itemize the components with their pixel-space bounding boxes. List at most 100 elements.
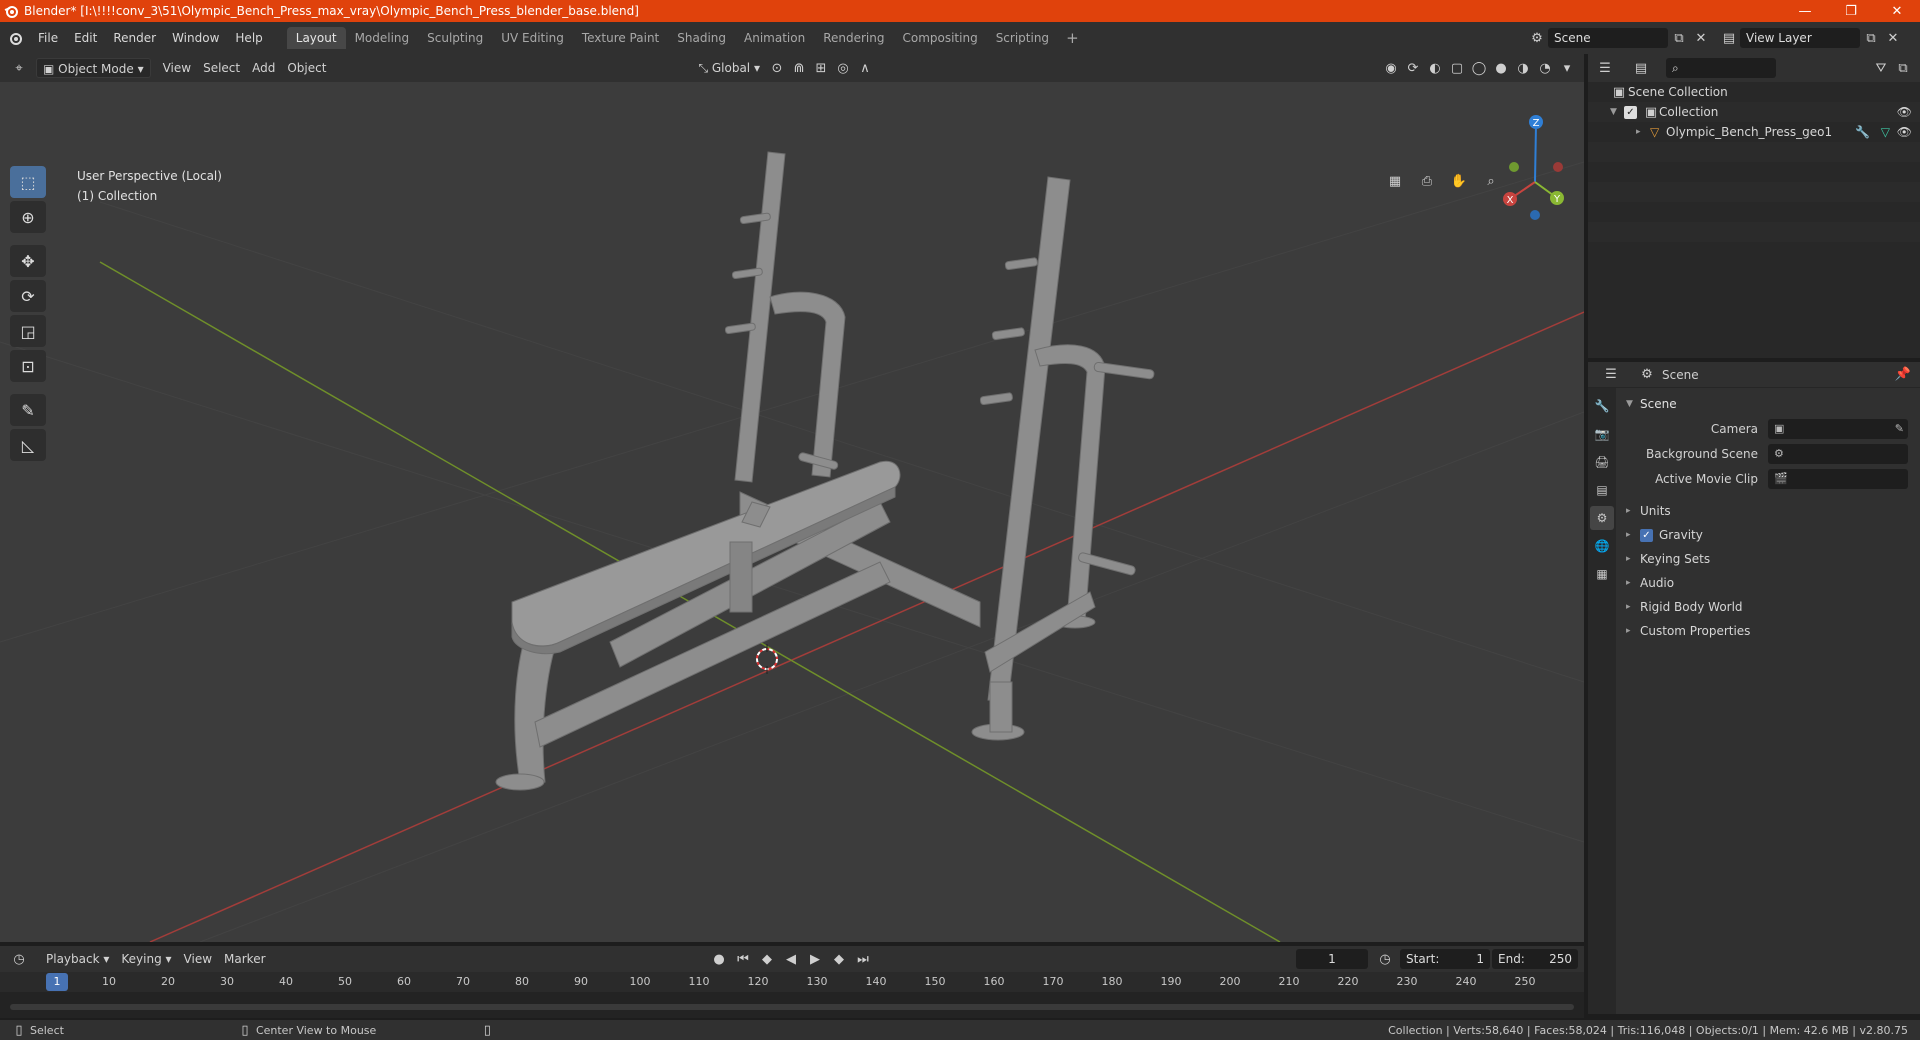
cursor-tool[interactable]: ⊕ [10, 201, 46, 233]
play-icon[interactable]: ▶ [804, 949, 826, 969]
record-icon[interactable]: ● [708, 949, 730, 969]
menu-edit[interactable]: Edit [66, 27, 105, 49]
pan-view-icon[interactable]: ✋ [1446, 168, 1472, 194]
tab-uv-editing[interactable]: UV Editing [492, 27, 573, 49]
outliner-editor-icon[interactable]: ☰ [1594, 58, 1616, 78]
toggle-grid-icon[interactable]: ▦ [1382, 168, 1408, 194]
expand-arrow-icon[interactable]: ▸ [1636, 127, 1650, 137]
select-box-tool[interactable]: ⬚ [10, 166, 46, 198]
gizmo-toggle-icon[interactable]: ⟳ [1402, 58, 1424, 78]
falloff-icon[interactable]: ∧ [854, 58, 876, 78]
scene-icon[interactable]: ⚙ [1526, 28, 1548, 48]
new-collection-icon[interactable]: ⧉ [1892, 58, 1914, 78]
filter-icon[interactable]: ⛛ [1870, 58, 1892, 78]
move-tool[interactable]: ✥ [10, 245, 46, 277]
view-layer-field[interactable]: View Layer [1740, 28, 1860, 48]
menu-select[interactable]: Select [197, 58, 246, 78]
eyedropper-icon[interactable]: ✎ [1895, 422, 1904, 435]
view-layer-icon[interactable]: ▤ [1718, 28, 1740, 48]
outliner-scene-collection[interactable]: ▣ Scene Collection [1588, 82, 1920, 102]
prev-keyframe-icon[interactable]: ◆ [756, 949, 778, 969]
rigid-body-world-panel[interactable]: ▸ Rigid Body World [1618, 595, 1920, 619]
collection-visibility-eye-icon[interactable]: 👁 [1897, 105, 1912, 119]
modifier-wrench-icon[interactable]: 🔧 [1855, 125, 1870, 139]
timeline-editor-icon[interactable]: ◷ [8, 949, 30, 969]
snap-icon[interactable]: ⋒ [788, 58, 810, 78]
object-visibility-eye-icon[interactable]: 👁 [1897, 125, 1912, 139]
menu-playback[interactable]: Playback ▾ [40, 949, 115, 969]
gravity-checkbox[interactable]: ✓ [1640, 528, 1653, 542]
tab-animation[interactable]: Animation [735, 27, 814, 49]
material-shading-icon[interactable]: ◑ [1512, 58, 1534, 78]
texture-tab-icon[interactable]: ▦ [1590, 562, 1614, 586]
tab-modeling[interactable]: Modeling [346, 27, 419, 49]
tab-layout[interactable]: Layout [286, 27, 346, 49]
blender-menu-icon[interactable] [0, 28, 30, 48]
outliner-collection[interactable]: ▼ ✓ ▣ Collection 👁 [1588, 102, 1920, 122]
start-frame-field[interactable]: Start: 1 [1400, 949, 1490, 969]
xray-icon[interactable]: ▢ [1446, 58, 1468, 78]
timeline-scrollbar[interactable] [10, 1004, 1574, 1010]
world-tab-icon[interactable]: 🌐 [1590, 534, 1614, 558]
editor-type-icon[interactable]: ⌖ [8, 58, 30, 78]
shading-options-icon[interactable]: ▾ [1556, 58, 1578, 78]
properties-editor-icon[interactable]: ☰ [1600, 365, 1622, 385]
collection-checkbox[interactable]: ✓ [1624, 105, 1637, 119]
pin-icon[interactable]: 📌 [1892, 365, 1914, 385]
new-scene-icon[interactable]: ⧉ [1668, 28, 1690, 48]
tab-shading[interactable]: Shading [668, 27, 735, 49]
navigation-gizmo[interactable]: Z X Y [1503, 115, 1564, 220]
active-movie-clip-field[interactable]: 🎬 [1768, 468, 1908, 489]
menu-file[interactable]: File [30, 27, 66, 49]
maximize-button[interactable]: ❐ [1828, 0, 1874, 22]
scale-tool[interactable]: ◲ [10, 315, 46, 347]
mesh-data-icon[interactable]: ▽ [1881, 125, 1890, 139]
gravity-panel[interactable]: ▸ ✓ Gravity [1618, 523, 1920, 547]
tab-compositing[interactable]: Compositing [893, 27, 986, 49]
menu-marker[interactable]: Marker [218, 949, 271, 969]
camera-field[interactable]: ▣ ✎ [1768, 418, 1908, 439]
annotate-tool[interactable]: ✎ [10, 394, 46, 426]
3d-viewport[interactable]: Z X Y User Perspective (Local) (1) Colle… [0, 82, 1584, 942]
remove-scene-icon[interactable]: ✕ [1690, 28, 1712, 48]
minimize-button[interactable]: — [1782, 0, 1828, 22]
scene-name-field[interactable]: Scene [1548, 28, 1668, 48]
rendered-shading-icon[interactable]: ◔ [1534, 58, 1556, 78]
menu-view[interactable]: View [157, 58, 197, 78]
preview-range-icon[interactable]: ◷ [1374, 949, 1396, 969]
menu-window[interactable]: Window [164, 27, 227, 49]
visibility-icon[interactable]: ◉ [1380, 58, 1402, 78]
tab-texture-paint[interactable]: Texture Paint [573, 27, 668, 49]
orientation-dropdown[interactable]: ⤡ Global ▾ [692, 58, 766, 78]
background-scene-field[interactable]: ⚙ [1768, 443, 1908, 464]
end-frame-field[interactable]: End: 250 [1492, 949, 1578, 969]
render-tab-icon[interactable]: 📷 [1590, 422, 1614, 446]
tab-scripting[interactable]: Scripting [987, 27, 1058, 49]
menu-add[interactable]: Add [246, 58, 281, 78]
mode-dropdown[interactable]: ▣ Object Mode ▾ [36, 58, 151, 78]
timeline-ruler[interactable]: 1 10 20 30 40 50 60 70 80 90 100 110 120 130 140 150 16… [0, 972, 1584, 992]
overlay-toggle-icon[interactable]: ◐ [1424, 58, 1446, 78]
frame-cursor[interactable]: 1 [46, 973, 68, 991]
solid-shading-icon[interactable]: ● [1490, 58, 1512, 78]
expand-arrow-icon[interactable]: ▼ [1610, 107, 1624, 117]
tool-tab-icon[interactable]: 🔧 [1590, 394, 1614, 418]
remove-view-layer-icon[interactable]: ✕ [1882, 28, 1904, 48]
view-layer-tab-icon[interactable]: ▤ [1590, 478, 1614, 502]
menu-render[interactable]: Render [105, 27, 164, 49]
scene-panel-header[interactable]: ▼ Scene [1618, 392, 1920, 416]
proportional-edit-icon[interactable]: ◎ [832, 58, 854, 78]
rotate-tool[interactable]: ⟳ [10, 280, 46, 312]
menu-help[interactable]: Help [227, 27, 270, 49]
pivot-icon[interactable]: ⊙ [766, 58, 788, 78]
outliner-object-row[interactable]: ▸ ▽ Olympic_Bench_Press_geo1 🔧 ▽ 👁 [1588, 122, 1920, 142]
timeline-track-area[interactable] [0, 992, 1584, 1018]
play-reverse-icon[interactable]: ◀ [780, 949, 802, 969]
menu-keying[interactable]: Keying ▾ [115, 949, 177, 969]
display-mode-icon[interactable]: ▤ [1630, 58, 1652, 78]
zoom-view-icon[interactable]: ⌕ [1478, 168, 1504, 194]
scene-tab-icon[interactable]: ⚙ [1590, 506, 1614, 530]
wireframe-shading-icon[interactable]: ◯ [1468, 58, 1490, 78]
camera-view-icon[interactable]: ⎙ [1414, 168, 1440, 194]
output-tab-icon[interactable]: 🖨 [1590, 450, 1614, 474]
